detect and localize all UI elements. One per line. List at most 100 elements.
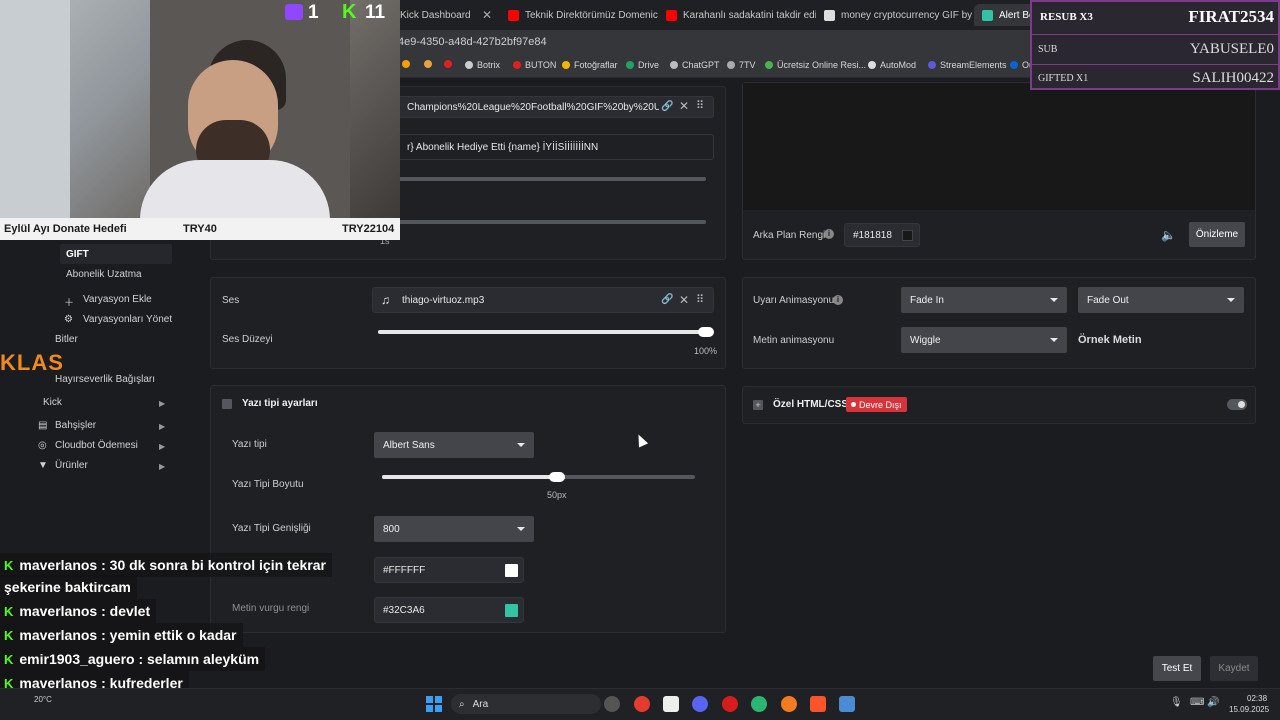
animation-in-select[interactable]: Fade In [901,287,1067,313]
link-icon[interactable]: 🔗 [661,294,673,305]
tab-label: Kick Dashboard [400,9,471,21]
capcut-icon[interactable] [663,696,679,712]
volume-icon[interactable]: 🔊 [1207,697,1219,708]
buton-icon [513,61,521,69]
font-select[interactable]: Albert Sans [374,432,534,458]
kick-icon: K [4,627,14,643]
start-icon[interactable] [426,696,442,712]
cloudbot-icon: ◎ [38,440,47,451]
sidebar-item-bitler[interactable]: Bitler [55,334,78,345]
bookmark-icon-2[interactable] [424,60,432,68]
chatgpt-icon [670,61,678,69]
bookmark-chatgpt[interactable]: ChatGPT [670,60,720,70]
tab-karahanli[interactable]: Karahanlı sadakatini takdir ediy ✕ [658,4,816,26]
tab-teknik-direktor[interactable]: Teknik Direktörümüz Domenico ✕ [500,4,658,26]
chevron-down-icon [517,443,525,447]
sub-name: FIRAT2534 [1188,7,1274,26]
sidebar-item-hayirseverlik[interactable]: Hayırseverlik Bağışları [55,374,155,385]
sidebar-item-cloudbot[interactable]: Cloudbot Ödemesi [55,440,138,451]
taskbar-search[interactable]: ⌕ Ara [451,694,601,714]
expand-icon[interactable]: + [753,400,763,410]
app-icon[interactable] [839,696,855,712]
color-swatch[interactable] [505,604,518,617]
bg-color-label: Arka Plan Rengi [753,230,826,241]
bookmark-buton[interactable]: BUTON [513,60,556,70]
slider-track[interactable] [398,177,706,181]
close-icon[interactable]: ✕ [679,293,689,307]
volume-slider-thumb[interactable] [698,327,714,337]
discord-icon[interactable] [692,696,708,712]
url-text: 4e9-4350-a48d-427b2bf97e84 [398,36,547,48]
grid-icon[interactable]: ⠿ [696,293,704,306]
webcam-feed [0,0,400,218]
kick-icon: K [342,1,357,23]
message-input[interactable]: r} Abonelik Hediye Etti {name} İYİİSİİİİ… [398,134,714,160]
tab-money-gif[interactable]: money cryptocurrency GIF by A ✕ [816,4,974,26]
bookmark-streamelements[interactable]: StreamElements [928,60,1007,70]
color-swatch[interactable] [505,564,518,577]
bookmark-fotograflar[interactable]: Fotoğraflar [562,60,618,70]
mic-icon[interactable]: 🎙 [1170,697,1183,708]
edge-icon[interactable] [751,696,767,712]
document-icon [824,9,835,21]
chevron-down-icon [1050,338,1058,342]
network-icon[interactable]: ⌨ [1190,697,1204,708]
tab-alert-box[interactable]: Alert Box [974,4,1034,26]
font-weight-select[interactable]: 800 [374,516,534,542]
text-color-input[interactable]: #FFFFFF [374,557,524,583]
bookmark-icon-1[interactable] [402,60,410,68]
ses-label: Ses [222,295,240,306]
close-icon[interactable]: ✕ [679,99,689,113]
bookmark-ucretsiz[interactable]: Ücretsiz Online Resi... [765,60,866,70]
save-button[interactable]: Kaydet [1210,656,1258,681]
font-label: Yazı tipi [232,439,267,450]
tab-label: Alert Box [999,9,1034,21]
test-button[interactable]: Test Et [1153,656,1201,681]
divider [1032,34,1278,35]
sidebar-item-gift[interactable]: GIFT [66,249,89,260]
close-icon[interactable]: ✕ [482,8,492,22]
grid-icon[interactable]: ⠿ [696,99,704,112]
sidebar-item-varyasyon-ekle[interactable]: Varyasyon Ekle [83,294,152,305]
chevron-right-icon: ▶ [159,462,166,471]
sidebar-item-bahsisler[interactable]: Bahşişler [55,420,96,431]
firefox-icon[interactable] [781,696,797,712]
task-view-icon[interactable] [604,696,620,712]
speaker-icon[interactable]: 🔈 [1161,228,1176,242]
animation-out-select[interactable]: Fade Out [1078,287,1244,313]
link-icon[interactable]: 🔗 [661,101,673,112]
chrome-icon[interactable] [634,696,650,712]
sidebar-item-urunler[interactable]: Ürünler [55,460,88,471]
sidebar-item-abonelik-uzatma[interactable]: Abonelik Uzatma [66,269,142,280]
info-icon[interactable]: i [824,229,834,239]
font-size-slider-thumb[interactable] [549,472,566,482]
tab-kick-dashboard[interactable]: Kick Dashboard ✕ [392,4,500,26]
volume-value: 100% [694,346,718,356]
duration-slider[interactable] [398,220,706,224]
clock-date: 15.09.2025 [1229,705,1270,714]
bookmark-automod[interactable]: AutoMod [868,60,916,70]
custom-html-toggle[interactable] [1227,399,1247,410]
klas-logo-text: KLAS [0,350,64,375]
sidebar-item-kick[interactable]: Kick [43,397,62,408]
info-icon[interactable]: i [833,295,843,305]
collapse-icon[interactable] [222,399,232,409]
font-size-slider-fill [382,475,558,479]
color-swatch[interactable] [902,230,913,241]
streamelements-icon [982,9,993,21]
chat-message: K emir1903_aguero : selamın aleyküm [0,647,266,671]
text-animation-select[interactable]: Wiggle [901,327,1067,353]
opera-icon[interactable] [722,696,738,712]
font-size-label: Yazı Tipi Boyutu [232,479,304,490]
chat-message: şekerine baktircam [0,575,137,599]
bookmark-botrix[interactable]: Botrix [465,60,500,70]
bookmark-drive[interactable]: Drive [626,60,659,70]
bookmark-icon-3[interactable] [444,60,452,68]
chat-message: K maverlanos : yemin ettik o kadar [0,623,243,647]
bookmark-7tv[interactable]: 7TV [727,60,756,70]
highlight-color-input[interactable]: #32C3A6 [374,597,524,623]
preview-button[interactable]: Önizleme [1189,222,1245,247]
sidebar-item-varyasyonlari-yonet[interactable]: Varyasyonları Yönet [83,314,172,325]
brave-icon[interactable] [810,696,826,712]
bg-color-input[interactable]: #181818 [844,223,920,247]
